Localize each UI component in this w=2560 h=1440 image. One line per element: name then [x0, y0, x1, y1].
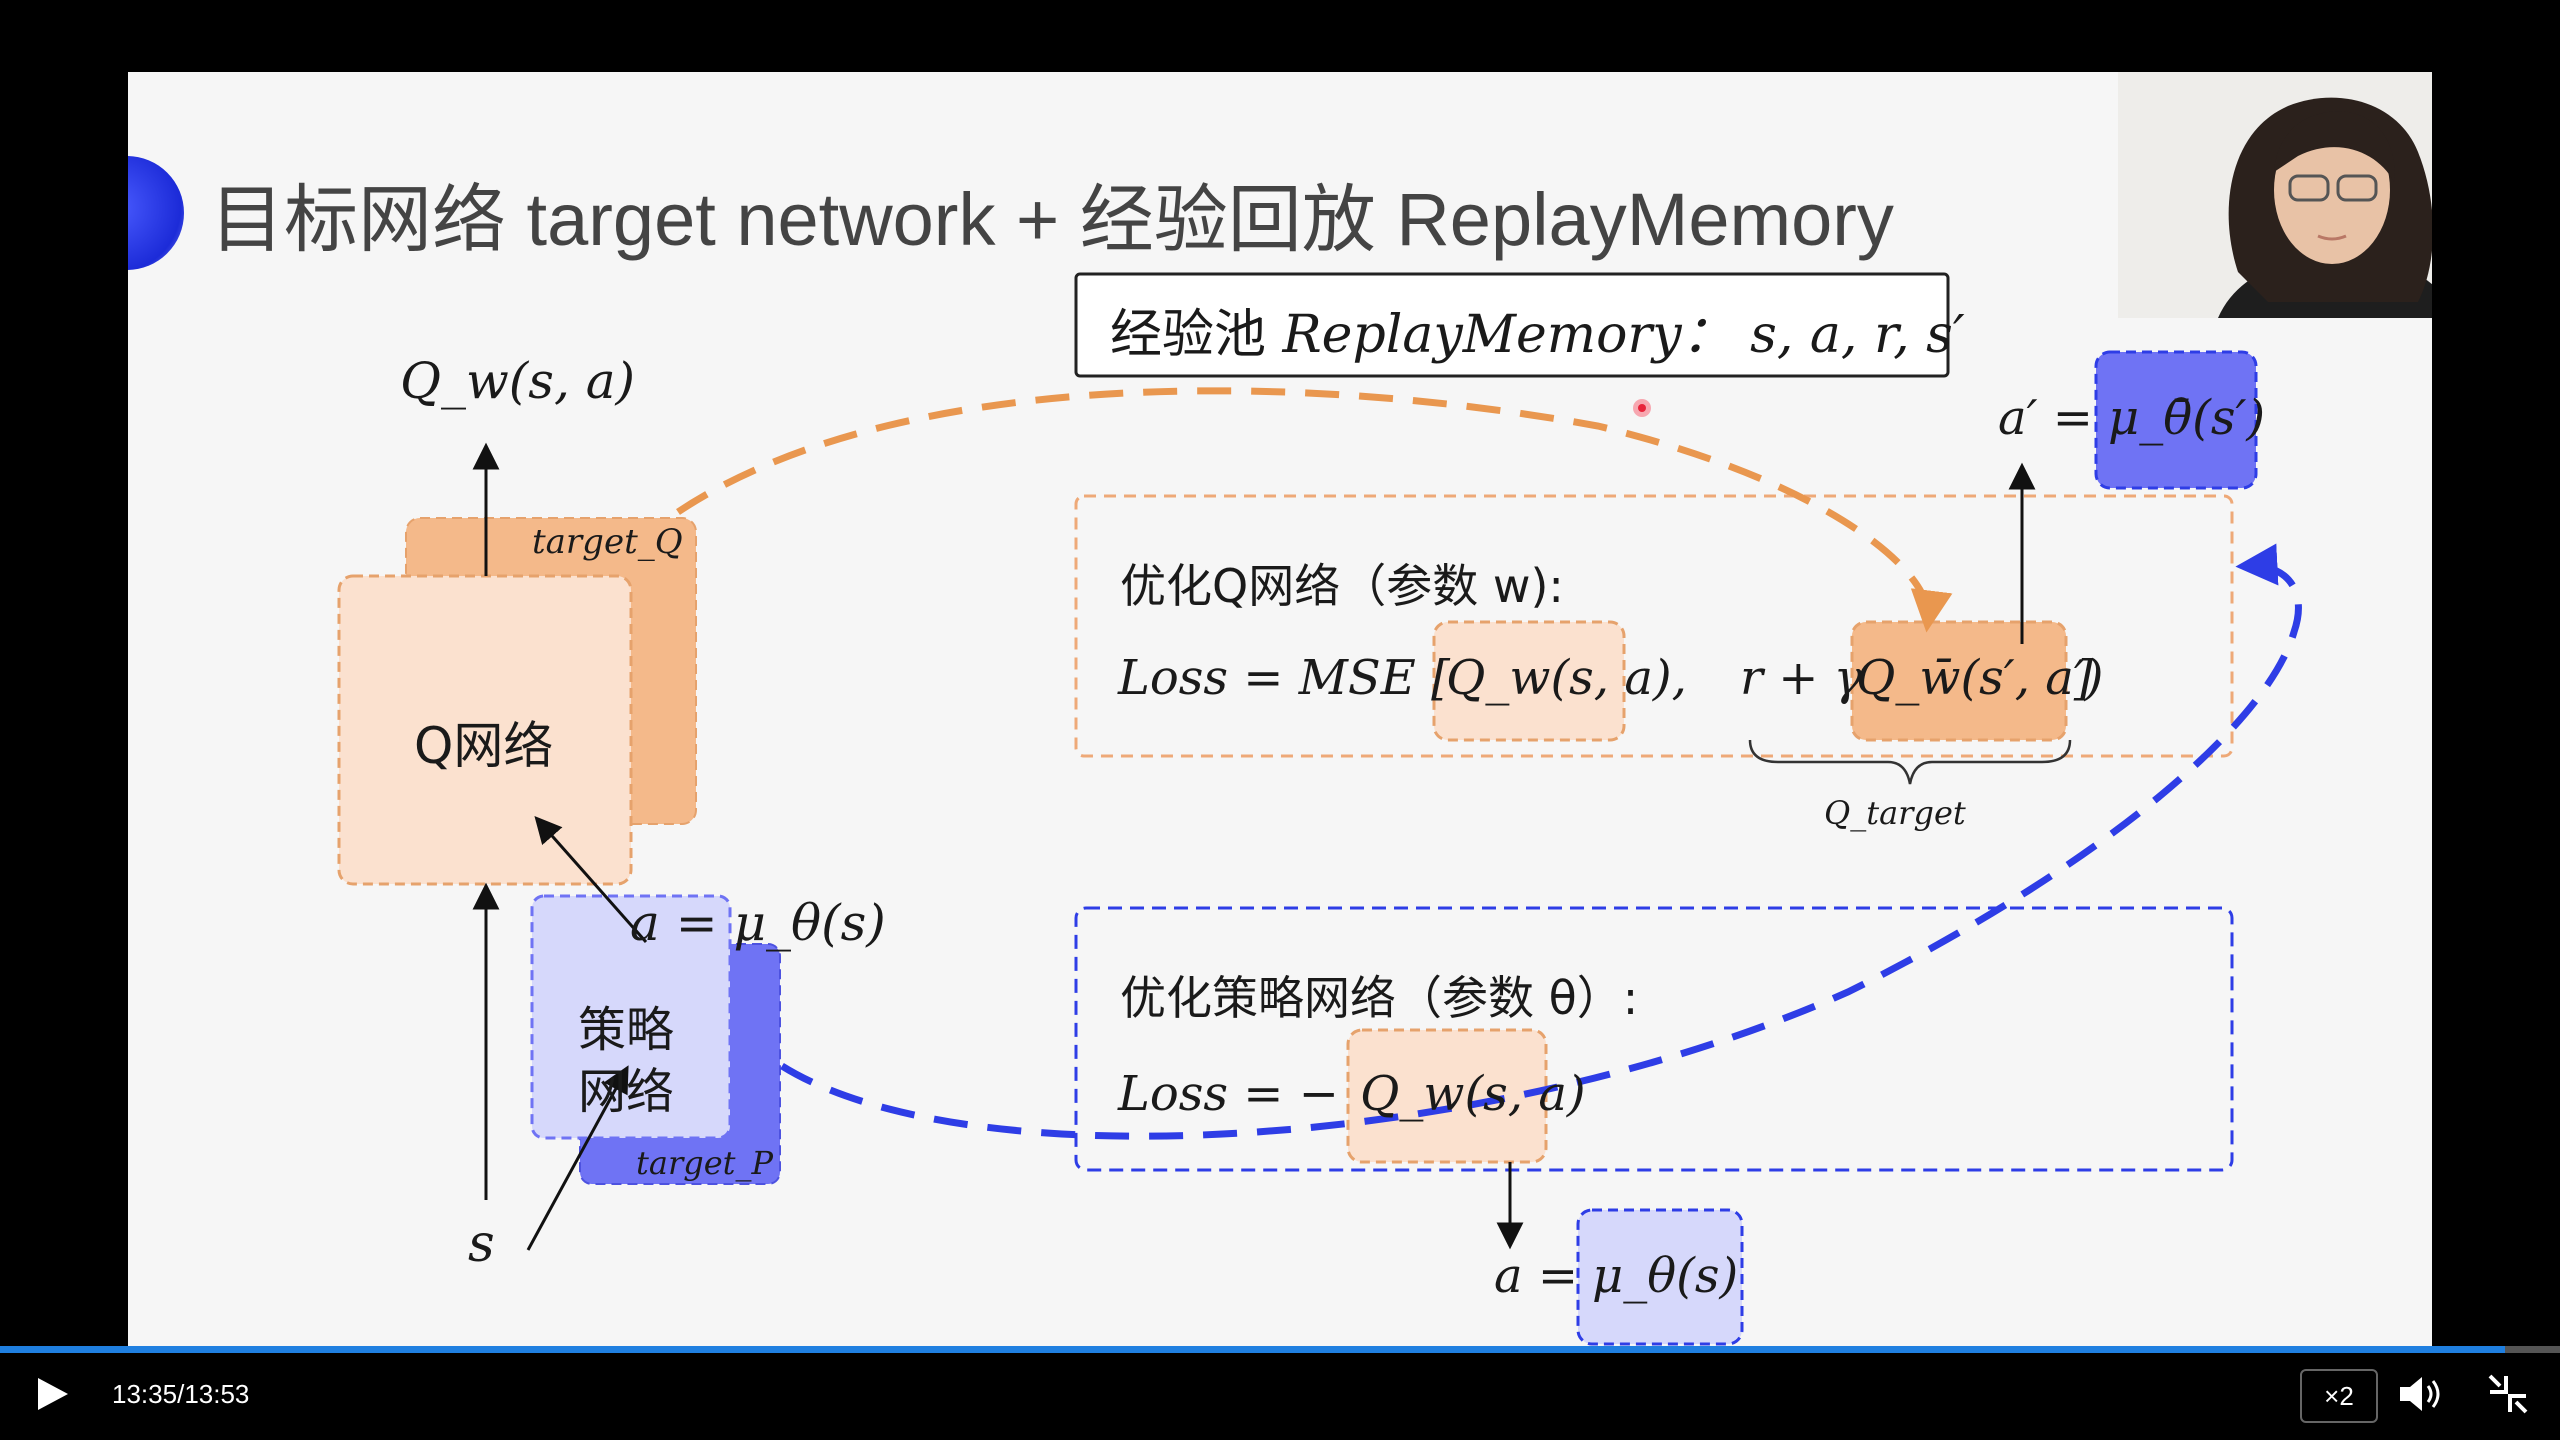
q-loss-suffix: ] [2074, 650, 2093, 706]
q-output-label: Q_w(s, a) [400, 352, 636, 410]
target-action-term: μ_θ̄(s′) [2108, 390, 2266, 446]
player-controls: 13:35/13:53 [0, 1346, 2560, 1440]
time-current: 13:35 [112, 1379, 178, 1409]
progress-bar[interactable] [0, 1346, 2560, 1353]
play-icon [38, 1378, 68, 1410]
optimize-policy-title: 优化策略网络（参数 θ）: [1120, 971, 1639, 1025]
exit-fullscreen-icon [2488, 1374, 2528, 1414]
replay-memory-label: 经验池 ReplayMemory： s, a, r, s′ [1110, 292, 1965, 367]
q-loss-target-term: Q_w̄(s′, a′) [1856, 650, 2104, 706]
policy-network-label-line2: 网络 [578, 1064, 675, 1120]
time-total: 13:53 [184, 1379, 250, 1409]
replay-memory-math: ReplayMemory [1282, 305, 1682, 365]
play-button[interactable] [30, 1372, 74, 1416]
optimize-policy-area [1074, 906, 2234, 1172]
action-label: a = μ_θ(s) [630, 894, 886, 952]
optimize-q-title: 优化Q网络（参数 w): [1120, 559, 1564, 613]
playback-speed-button[interactable]: ×2 [2300, 1369, 2378, 1423]
target-policy-label: target_P [636, 1144, 774, 1182]
q-target-label: Q_target [1824, 794, 1966, 832]
policy-loss-q-term: Q_w(s, a) [1360, 1066, 1586, 1122]
exit-fullscreen-button[interactable] [2486, 1372, 2530, 1416]
target-action-prefix: a′ = [1998, 390, 2093, 446]
target-q-label: target_Q [532, 522, 683, 562]
replay-memory-prefix: 经验池 [1110, 305, 1283, 365]
policy-network-label-line1: 策略 [578, 1002, 675, 1058]
q-loss-target-prefix: r + γ [1740, 650, 1863, 706]
q-loss-prefix: Loss = MSE [ [1118, 650, 1450, 706]
policy-output-prefix: a = [1494, 1248, 1579, 1304]
progress-bar-fill [0, 1346, 2505, 1353]
q-network-label: Q网络 [414, 717, 554, 775]
policy-output-term: μ_θ(s) [1592, 1248, 1739, 1304]
volume-icon [2400, 1377, 2440, 1411]
q-target-brace [1748, 739, 2072, 785]
q-loss-q-term: Q_w(s, a), [1446, 650, 1687, 706]
state-label: s [468, 1214, 495, 1274]
slide: 目标网络 target network + 经验回放 ReplayMemory [128, 72, 2432, 1346]
time-display: 13:35/13:53 [112, 1379, 249, 1410]
presenter-figure [2118, 72, 2432, 318]
policy-loss-prefix: Loss = − [1118, 1066, 1339, 1122]
presenter-webcam [2118, 72, 2432, 318]
volume-button[interactable] [2396, 1372, 2446, 1416]
replay-memory-tuple: ： s, a, r, s′ [1681, 305, 1965, 365]
